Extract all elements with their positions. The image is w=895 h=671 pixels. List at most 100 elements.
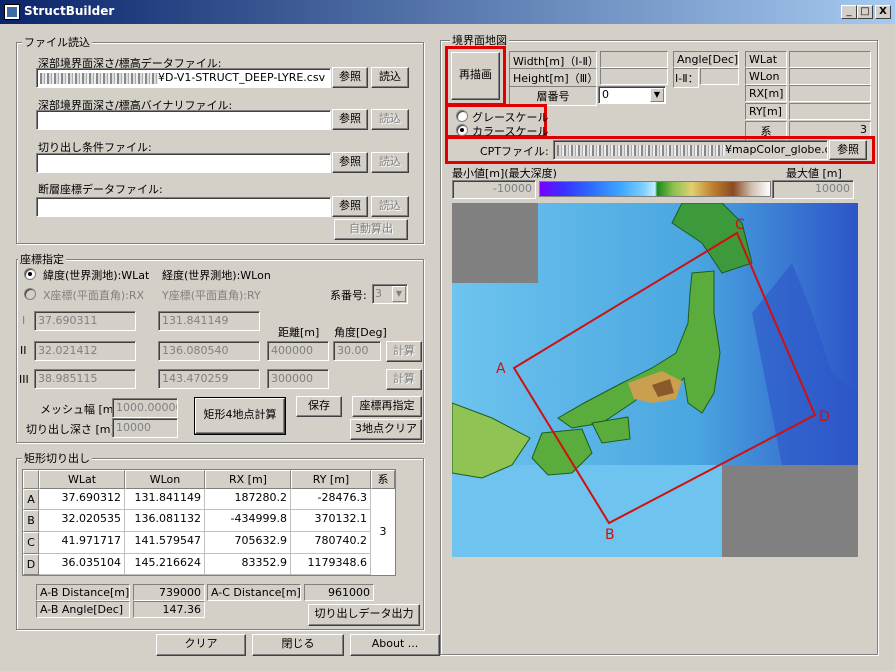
depth-label: 切り出し深さ [m] xyxy=(26,423,115,436)
p2-dist-field[interactable]: 400000 xyxy=(267,341,329,361)
save-button[interactable]: 保存 xyxy=(296,396,342,417)
output-button[interactable]: 切り出しデータ出力 xyxy=(308,604,420,626)
fault-load-button[interactable]: 読込 xyxy=(371,196,409,217)
boundary-bin-browse-button[interactable]: 参照 xyxy=(332,109,368,130)
corner-label-a: A xyxy=(496,361,506,377)
color-scale-bar xyxy=(539,181,771,197)
latlon-label-b: 経度(世界測地):WLon xyxy=(162,269,271,282)
fault-label: 断層座標データファイル: xyxy=(38,183,163,196)
cell-b-ry: 370132.1 xyxy=(291,510,371,532)
p1-b-field[interactable]: 131.841149 xyxy=(158,311,260,331)
about-button[interactable]: About ... xyxy=(350,634,440,656)
p2-a-field[interactable]: 32.021412 xyxy=(34,341,136,361)
redraw-button[interactable]: 再描画 xyxy=(451,52,500,100)
latlon-label-a: 緯度(世界測地):WLat xyxy=(43,269,150,282)
boundary-csv-load-button[interactable]: 読込 xyxy=(371,67,409,88)
p1-a-field[interactable]: 37.690311 xyxy=(34,311,136,331)
max-value-field[interactable]: 10000 xyxy=(772,180,854,199)
map-nodata-bottomright xyxy=(722,465,858,557)
ac-dist-label: A-C Distance[m] xyxy=(207,584,301,601)
system-select[interactable]: 3 ▼ xyxy=(372,284,408,304)
height-label: Height[m]（Ⅲ） xyxy=(509,68,598,88)
respecify-button[interactable]: 座標再指定 xyxy=(352,396,422,417)
min-value-field[interactable]: -10000 xyxy=(452,180,536,199)
rx-value xyxy=(789,85,871,102)
gray-radio[interactable] xyxy=(456,110,468,122)
p2-b-field[interactable]: 136.080540 xyxy=(158,341,260,361)
depth-field[interactable]: 10000 xyxy=(112,418,178,438)
p2-angle-field[interactable]: 30.00 xyxy=(333,341,381,361)
wlon-label: WLon xyxy=(745,68,787,85)
row-header-c: C xyxy=(23,532,39,554)
redacted-path xyxy=(557,144,725,156)
color-radio[interactable] xyxy=(456,124,468,136)
file-load-title: ファイル読込 xyxy=(22,34,92,50)
p3-calc-button[interactable]: 計算 xyxy=(386,369,422,390)
rect-calc-button[interactable]: 矩形4地点計算 xyxy=(194,397,286,435)
clear-button[interactable]: クリア xyxy=(156,634,246,656)
cell-a-rx: 187280.2 xyxy=(205,489,291,510)
col-header-kei: 系 xyxy=(371,470,395,489)
boundary-csv-browse-button[interactable]: 参照 xyxy=(332,67,368,88)
ab-angle-value: 147.36 xyxy=(133,601,205,618)
cpt-label: CPTファイル: xyxy=(480,145,549,158)
clear3-button[interactable]: 3地点クリア xyxy=(350,419,422,440)
map-svg: A B C D xyxy=(452,203,858,557)
wlat-value xyxy=(789,51,871,68)
width-value xyxy=(600,51,668,68)
cell-a-wlon: 131.841149 xyxy=(125,489,205,510)
close-app-button[interactable]: 閉じる xyxy=(252,634,344,656)
cut-cond-field[interactable] xyxy=(36,153,331,173)
p3-dist-field[interactable]: 300000 xyxy=(267,369,329,389)
fault-browse-button[interactable]: 参照 xyxy=(332,196,368,217)
maximize-button[interactable]: □ xyxy=(857,5,873,19)
cell-d-rx: 83352.9 xyxy=(205,554,291,575)
ab-dist-label: A-B Distance[m] xyxy=(36,584,130,601)
cut-cond-load-button[interactable]: 読込 xyxy=(371,152,409,173)
coord-group-title: 座標指定 xyxy=(18,251,66,267)
boundary-csv-field[interactable]: ¥D-V1-STRUCT_DEEP-LYRE.csv xyxy=(36,68,331,88)
map-canvas[interactable]: A B C D xyxy=(452,203,858,557)
cell-b-wlon: 136.081132 xyxy=(125,510,205,532)
layer-select[interactable]: 0 ▼ xyxy=(598,86,666,104)
xy-label-a: X座標(平面直角):RX xyxy=(43,289,145,302)
rx-label: RX[m] xyxy=(745,85,787,102)
xy-radio[interactable] xyxy=(24,288,36,300)
cell-c-ry: 780740.2 xyxy=(291,532,371,554)
dist-label: 距離[m] xyxy=(278,326,320,339)
boundary-bin-load-button[interactable]: 読込 xyxy=(371,109,409,130)
ry-label: RY[m] xyxy=(745,103,787,120)
p3-a-field[interactable]: 38.985115 xyxy=(34,369,136,389)
minimize-button[interactable]: _ xyxy=(841,5,857,19)
row-label-2: II xyxy=(20,344,27,357)
map-sea-lower xyxy=(452,465,722,557)
auto-calc-button[interactable]: 自動算出 xyxy=(334,219,408,240)
rect-group-title: 矩形切り出し xyxy=(22,450,92,466)
mesh-field[interactable]: 1000.000000 xyxy=(112,398,178,418)
latlon-radio[interactable] xyxy=(24,268,36,280)
cpt-field[interactable]: ¥mapColor_globe.cpt xyxy=(553,140,828,160)
ry-value xyxy=(789,103,871,120)
corner-label-c: C xyxy=(735,217,745,233)
row-header-a: A xyxy=(23,489,39,510)
angle-label: 角度[Deg] xyxy=(334,326,387,339)
cell-d-wlat: 36.035104 xyxy=(39,554,125,575)
p3-b-field[interactable]: 143.470259 xyxy=(158,369,260,389)
boundary-bin-field[interactable] xyxy=(36,110,331,130)
p2-calc-button[interactable]: 計算 xyxy=(386,341,422,362)
row-header-d: D xyxy=(23,554,39,575)
fault-field[interactable] xyxy=(36,197,331,217)
ab-angle-label: A-B Angle[Dec] xyxy=(36,601,130,618)
cpt-browse-button[interactable]: 参照 xyxy=(829,140,867,160)
angle-label: Angle[Dec] xyxy=(673,51,739,68)
min-label: 最小値[m](最大深度) xyxy=(452,167,557,180)
chevron-down-icon: ▼ xyxy=(392,286,406,302)
map-nodata-topleft xyxy=(452,203,538,283)
row-header-b: B xyxy=(23,510,39,532)
cell-c-wlat: 41.971717 xyxy=(39,532,125,554)
table-corner xyxy=(23,470,39,489)
row-label-3: III xyxy=(19,373,29,386)
close-button[interactable]: X xyxy=(875,5,891,19)
col-header-ry: RY [m] xyxy=(291,470,371,489)
cut-cond-browse-button[interactable]: 参照 xyxy=(332,152,368,173)
